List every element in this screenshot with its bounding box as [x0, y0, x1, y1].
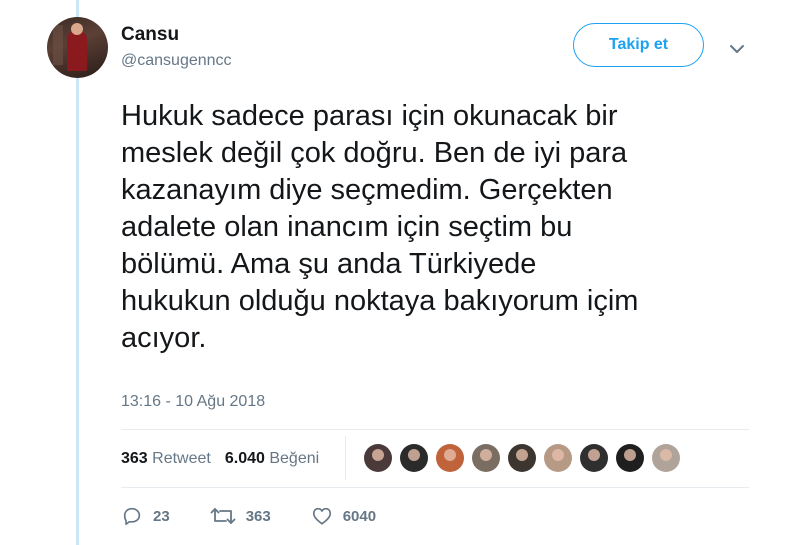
tweet-text: Hukuk sadece parası için okunacak bir me… — [121, 100, 639, 354]
retweet-stat[interactable]: 363 Retweet — [121, 450, 211, 468]
liker-avatar[interactable] — [580, 444, 608, 472]
retweet-icon — [210, 505, 236, 527]
retweet-button[interactable]: 363 — [210, 505, 271, 527]
divider — [121, 429, 749, 430]
tweet-timestamp[interactable]: 13:16 - 10 Ağu 2018 — [121, 393, 265, 411]
liker-avatar[interactable] — [616, 444, 644, 472]
liker-avatar[interactable] — [544, 444, 572, 472]
divider — [121, 487, 749, 488]
avatar[interactable] — [47, 17, 108, 78]
reply-icon — [121, 505, 143, 527]
liker-avatars — [364, 444, 680, 472]
reply-count: 23 — [153, 507, 170, 525]
liker-avatar[interactable] — [436, 444, 464, 472]
like-count: 6040 — [342, 507, 377, 525]
liker-avatar[interactable] — [508, 444, 536, 472]
chevron-down-icon[interactable] — [727, 39, 747, 59]
like-stat[interactable]: 6.040 Beğeni — [225, 450, 319, 468]
liker-avatar[interactable] — [364, 444, 392, 472]
user-name[interactable]: Cansu — [121, 24, 179, 46]
liker-avatar[interactable] — [472, 444, 500, 472]
tweet-stats: 363 Retweet 6.040 Beğeni — [121, 450, 319, 468]
stats-separator — [345, 436, 346, 480]
liker-avatar[interactable] — [400, 444, 428, 472]
like-button[interactable]: 6040 — [311, 505, 376, 527]
reply-button[interactable]: 23 — [121, 505, 170, 527]
heart-icon — [311, 505, 333, 527]
user-handle[interactable]: @cansugenncc — [121, 52, 232, 70]
liker-avatar[interactable] — [652, 444, 680, 472]
follow-button[interactable]: Takip et — [573, 23, 704, 67]
tweet-actions: 23 363 6040 — [121, 505, 416, 527]
thread-line — [76, 0, 79, 545]
retweet-count: 363 — [245, 507, 271, 525]
